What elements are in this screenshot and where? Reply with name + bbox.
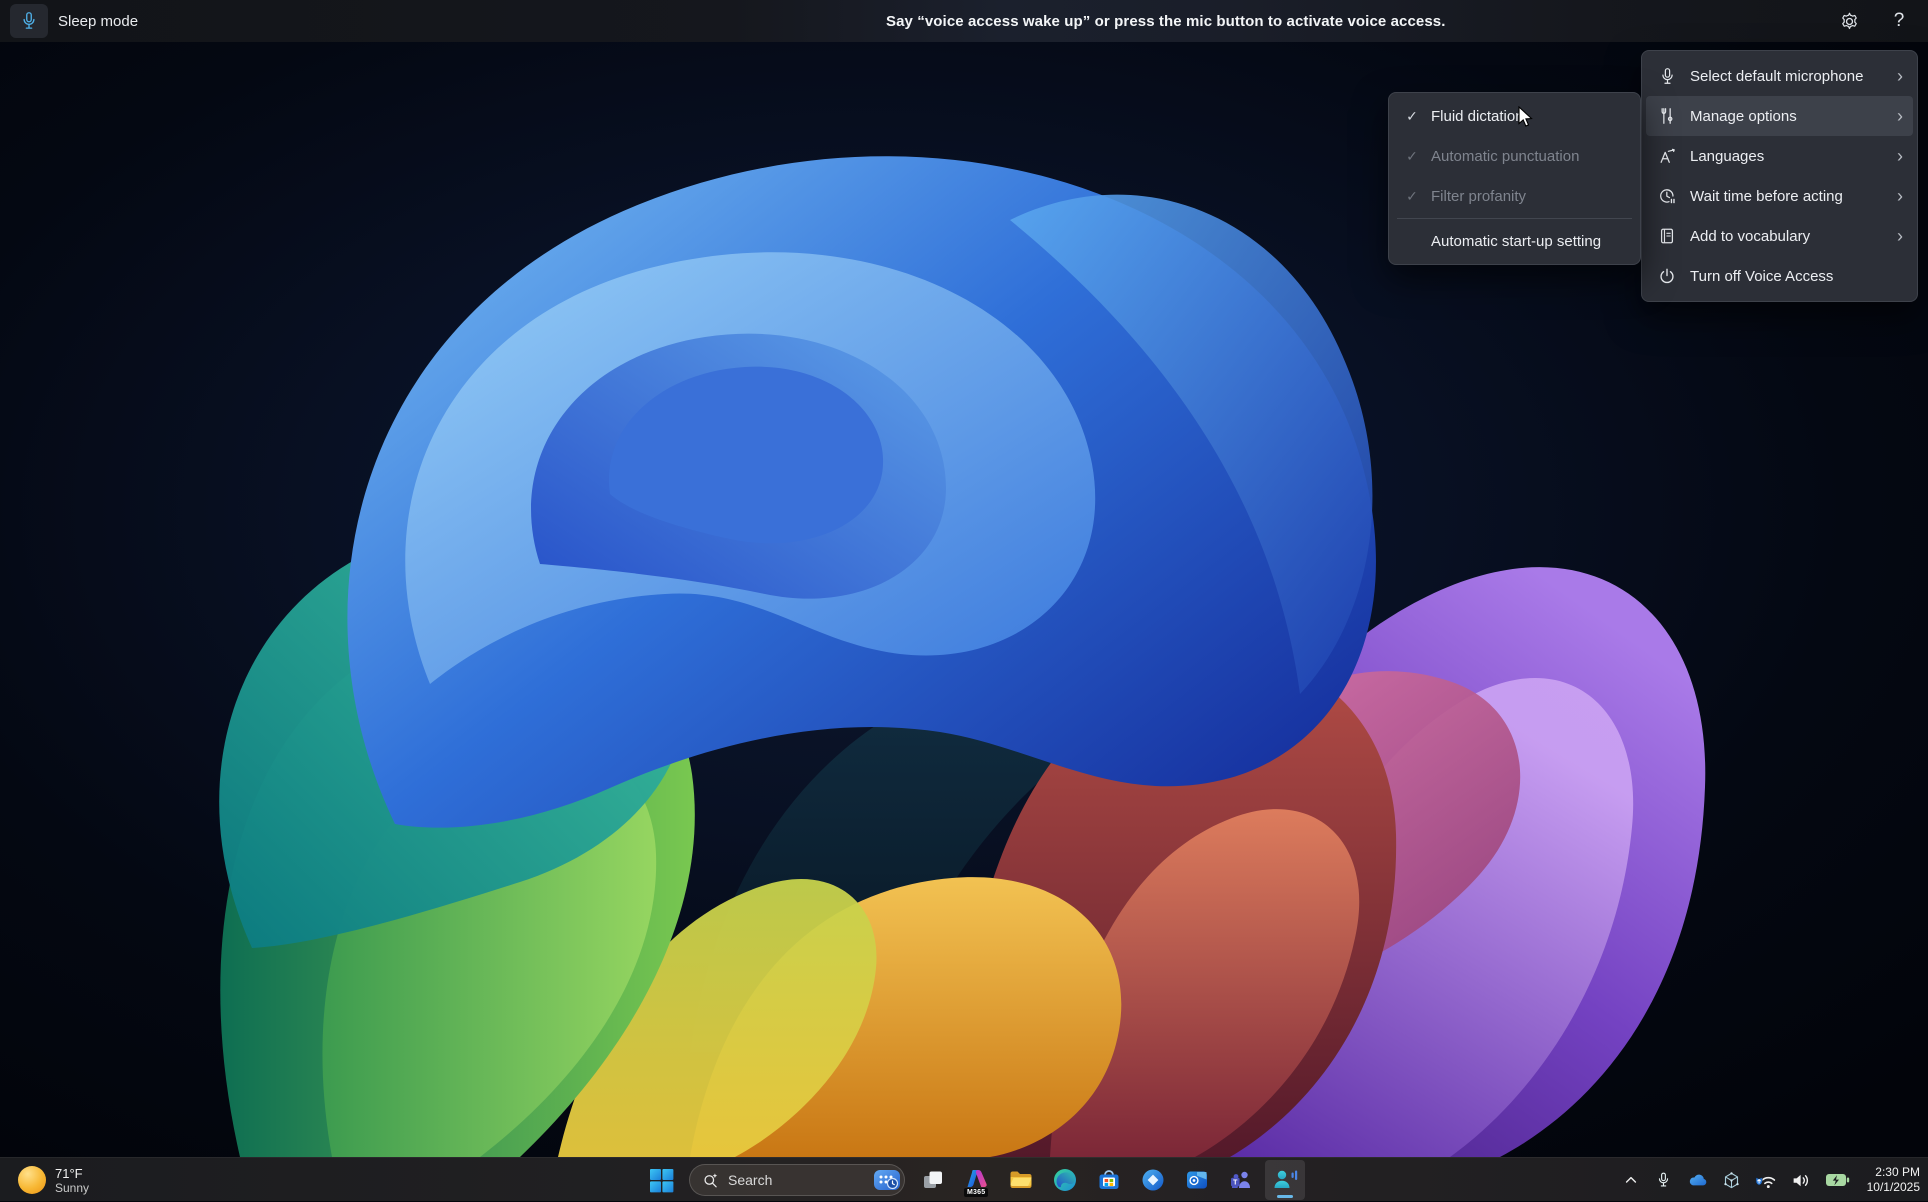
voice-access-bar: Sleep mode Say “voice access wake up” or… — [0, 0, 1928, 42]
voice-access-person-icon — [1272, 1168, 1299, 1192]
widgets-weather-button[interactable]: 71°F Sunny — [10, 1158, 97, 1202]
svg-text:T: T — [1233, 1179, 1238, 1186]
checkmark-icon: ✓ — [1403, 188, 1421, 205]
menu-item-select-default-microphone[interactable]: Select default microphone › — [1646, 56, 1913, 96]
menu-item-manage-options[interactable]: Manage options › — [1646, 96, 1913, 136]
network-tray-button[interactable] — [1755, 1164, 1778, 1196]
submenu-item-automatic-start-up-setting[interactable]: Automatic start-up setting — [1393, 221, 1636, 261]
submenu-item-automatic-punctuation[interactable]: ✓ Automatic punctuation — [1393, 136, 1636, 176]
search-placeholder: Search — [728, 1172, 864, 1188]
search-box[interactable]: Search — [689, 1164, 905, 1196]
microphone-icon — [1656, 67, 1678, 86]
power-icon — [1656, 267, 1678, 285]
outlook-button[interactable] — [1177, 1160, 1217, 1200]
voice-access-mode-label: Sleep mode — [58, 13, 138, 30]
battery-tray-button[interactable] — [1825, 1164, 1850, 1196]
chevron-up-icon — [1623, 1172, 1639, 1188]
task-view-button[interactable] — [913, 1160, 953, 1200]
chevron-right-icon: › — [1897, 107, 1905, 125]
manage-options-submenu: ✓ Fluid dictation ✓ Automatic punctuatio… — [1388, 92, 1641, 265]
menu-item-wait-time-before-acting[interactable]: Wait time before acting › — [1646, 176, 1913, 216]
task-view-icon — [921, 1168, 945, 1192]
microphone-status-tray-button[interactable] — [1654, 1164, 1674, 1196]
help-icon: ? — [1894, 10, 1905, 32]
microsoft-edge-button[interactable] — [1045, 1160, 1085, 1200]
mouse-cursor — [1518, 106, 1535, 135]
windows-logo-icon — [649, 1168, 674, 1193]
running-app-indicator — [1277, 1195, 1293, 1198]
chevron-right-icon: › — [1897, 67, 1905, 85]
studio-effects-tray-button[interactable] — [1722, 1164, 1742, 1196]
edge-icon — [1052, 1167, 1078, 1193]
weather-condition: Sunny — [55, 1181, 89, 1195]
menu-item-languages[interactable]: Languages › — [1646, 136, 1913, 176]
voice-access-settings-button[interactable] — [1836, 8, 1862, 34]
submenu-item-fluid-dictation[interactable]: ✓ Fluid dictation — [1393, 96, 1636, 136]
microphone-status-icon — [1656, 1171, 1671, 1189]
voice-access-message: Say “voice access wake up” or press the … — [886, 0, 1446, 42]
file-explorer-button[interactable] — [1001, 1160, 1041, 1200]
language-icon — [1656, 147, 1678, 165]
chevron-right-icon: › — [1897, 227, 1905, 245]
m365-copilot-app-button[interactable]: M365 — [957, 1160, 997, 1200]
teams-icon: T — [1228, 1167, 1254, 1193]
volume-tray-button[interactable] — [1791, 1164, 1812, 1196]
wait-clock-icon — [1656, 187, 1678, 205]
voice-access-mic-button[interactable] — [10, 4, 48, 38]
m365-badge: M365 — [964, 1188, 988, 1197]
hidden-icons-chevron-button[interactable] — [1621, 1164, 1641, 1196]
taskbar: 71°F Sunny Search — [0, 1157, 1928, 1201]
search-highlight-icon — [873, 1168, 901, 1192]
outlook-icon — [1184, 1167, 1210, 1193]
voice-access-app-button[interactable] — [1265, 1160, 1305, 1200]
taskbar-clock[interactable]: 2:30 PM 10/1/2025 — [1863, 1165, 1920, 1195]
microphone-icon — [20, 11, 38, 31]
start-button[interactable] — [641, 1160, 681, 1200]
weather-temperature: 71°F — [55, 1166, 89, 1181]
menu-divider — [1397, 218, 1632, 219]
options-icon — [1656, 107, 1678, 125]
search-icon — [702, 1172, 719, 1189]
copilot-diamond-icon — [1140, 1167, 1166, 1193]
microsoft-store-button[interactable] — [1089, 1160, 1129, 1200]
voice-access-settings-menu: Select default microphone › Manage optio… — [1641, 50, 1918, 302]
submenu-item-filter-profanity[interactable]: ✓ Filter profanity — [1393, 176, 1636, 216]
network-secure-wifi-icon — [1755, 1171, 1778, 1190]
copilot-app-button[interactable] — [1133, 1160, 1173, 1200]
menu-item-add-to-vocabulary[interactable]: Add to vocabulary › — [1646, 216, 1913, 256]
microsoft-store-icon — [1096, 1167, 1122, 1193]
volume-icon — [1791, 1171, 1812, 1190]
onedrive-tray-button[interactable] — [1687, 1164, 1709, 1196]
file-explorer-icon — [1008, 1167, 1034, 1193]
voice-access-help-button[interactable]: ? — [1886, 8, 1912, 34]
onedrive-cloud-icon — [1687, 1172, 1709, 1188]
checkmark-icon: ✓ — [1403, 148, 1421, 165]
chevron-right-icon: › — [1897, 147, 1905, 165]
microsoft-teams-button[interactable]: T — [1221, 1160, 1261, 1200]
chevron-right-icon: › — [1897, 187, 1905, 205]
vocabulary-book-icon — [1656, 227, 1678, 245]
menu-item-turn-off-voice-access[interactable]: Turn off Voice Access — [1646, 256, 1913, 296]
clock-date: 10/1/2025 — [1867, 1180, 1920, 1195]
studio-effects-cube-icon — [1722, 1171, 1741, 1190]
gear-icon — [1839, 11, 1860, 32]
checkmark-icon: ✓ — [1403, 108, 1421, 125]
battery-charging-icon — [1825, 1172, 1850, 1188]
sun-icon — [18, 1166, 46, 1194]
clock-time: 2:30 PM — [1867, 1165, 1920, 1180]
